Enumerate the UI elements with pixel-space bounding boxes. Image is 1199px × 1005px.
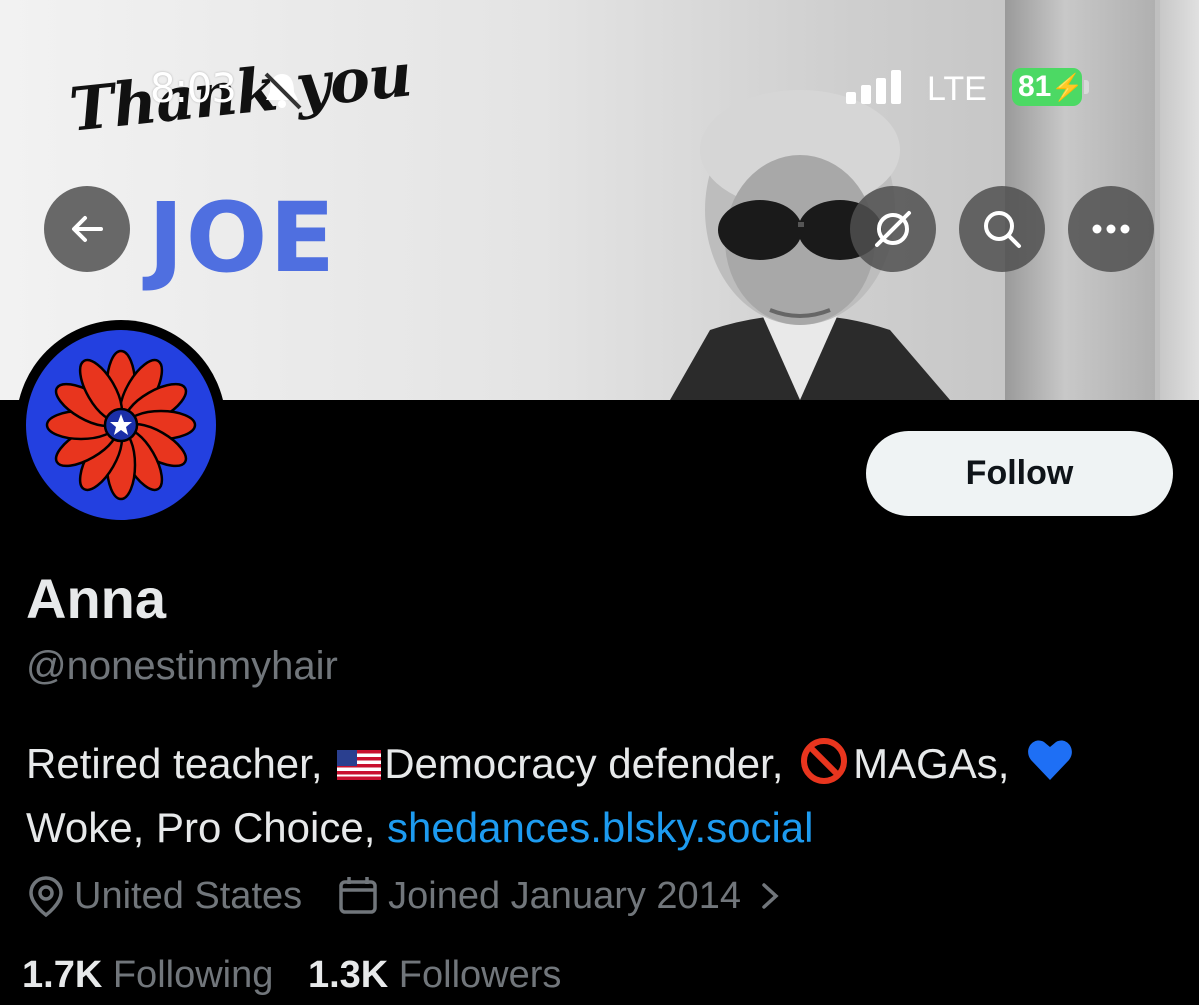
avatar[interactable] bbox=[16, 320, 226, 530]
follow-button[interactable]: Follow bbox=[866, 431, 1173, 516]
signal-icon bbox=[846, 70, 901, 104]
prohibited-icon bbox=[801, 738, 848, 784]
battery-indicator: 81⚡ bbox=[1012, 68, 1090, 106]
blue-heart-icon bbox=[1028, 740, 1073, 780]
profile-meta: United States Joined January 2014 bbox=[26, 872, 793, 920]
battery-level: 81⚡ bbox=[1012, 68, 1084, 106]
grok-button[interactable] bbox=[850, 186, 936, 272]
bell-muted-icon bbox=[264, 72, 302, 110]
banner-joe-text: JOE bbox=[148, 182, 337, 294]
profile-handle: @nonestinmyhair bbox=[26, 644, 338, 688]
bio-text: Retired teacher, bbox=[26, 740, 323, 787]
status-time: 8:03 bbox=[150, 66, 237, 112]
search-icon bbox=[984, 211, 1021, 248]
us-flag-icon bbox=[337, 750, 382, 780]
bio-text: MAGAs, bbox=[853, 740, 1010, 787]
bio-text: Woke, Pro Choice, bbox=[26, 804, 376, 851]
followers-label: Followers bbox=[398, 954, 562, 996]
profile-bio: Retired teacher, Democracy defender, MAG… bbox=[26, 732, 1186, 860]
avatar-image bbox=[26, 330, 216, 520]
flower-icon bbox=[45, 349, 197, 501]
location-icon bbox=[29, 876, 63, 918]
chevron-right-icon[interactable] bbox=[755, 878, 785, 914]
battery-percent: 81 bbox=[1018, 70, 1052, 103]
banner-pillar bbox=[1160, 0, 1199, 400]
battery-tip bbox=[1084, 80, 1089, 94]
more-icon bbox=[1092, 224, 1130, 234]
banner-thank-you-text: Thank you bbox=[66, 40, 415, 146]
search-button[interactable] bbox=[959, 186, 1045, 272]
back-button[interactable] bbox=[44, 186, 130, 272]
following-label: Following bbox=[112, 954, 274, 996]
following-link[interactable]: 1.7K Following bbox=[22, 954, 273, 996]
calendar-icon bbox=[339, 877, 377, 914]
bolt-icon: ⚡ bbox=[1051, 72, 1084, 102]
profile-joined[interactable]: Joined January 2014 bbox=[388, 875, 741, 918]
grok-icon bbox=[875, 211, 911, 247]
bio-link[interactable]: shedances.blsky.social bbox=[387, 804, 813, 851]
more-button[interactable] bbox=[1068, 186, 1154, 272]
network-type: LTE bbox=[927, 70, 987, 108]
profile-name: Anna bbox=[26, 567, 166, 630]
profile-stats: 1.7K Following 1.3K Followers bbox=[22, 954, 561, 997]
bio-text: Democracy defender, bbox=[384, 740, 784, 787]
followers-link[interactable]: 1.3K Followers bbox=[308, 954, 561, 996]
arrow-left-icon bbox=[72, 216, 103, 242]
profile-location: United States bbox=[74, 874, 303, 917]
following-count: 1.7K bbox=[22, 954, 103, 996]
followers-count: 1.3K bbox=[307, 954, 389, 996]
